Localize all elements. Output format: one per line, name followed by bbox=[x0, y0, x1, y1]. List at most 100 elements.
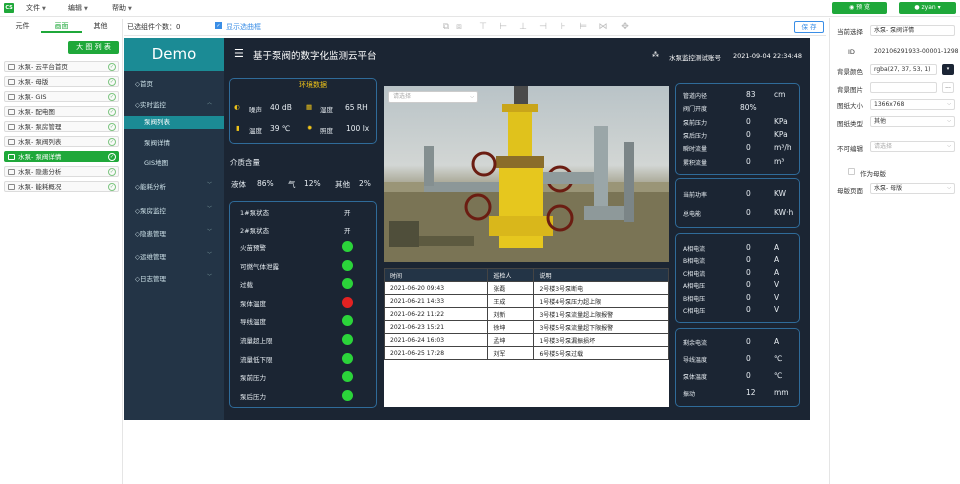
align-top-icon[interactable]: ⊤ bbox=[478, 22, 488, 32]
nav-item[interactable]: ◇泵房监控 ﹀ bbox=[135, 205, 212, 215]
size-select[interactable]: 1366x768 ⌵ bbox=[870, 99, 955, 110]
table-row[interactable]: 2021-06-25 17:28 刘军 6号楼5号泵过载 bbox=[383, 346, 669, 360]
metric-label: 当前功率 bbox=[683, 192, 708, 199]
metric-value: 0 bbox=[746, 267, 751, 277]
page-list-item[interactable]: 水泵- 泵阀列表 ✓ bbox=[4, 136, 119, 147]
align-left-icon[interactable]: ⊣ bbox=[538, 22, 548, 32]
left-panel bbox=[0, 19, 123, 484]
metric-value: 0 bbox=[746, 371, 751, 380]
grid-icon: ⁂ bbox=[652, 51, 659, 59]
metric-unit: KPa bbox=[774, 129, 788, 139]
datetime: 2021-09-04 22:34:48 bbox=[733, 52, 803, 60]
ungroup-icon[interactable]: ⧈ bbox=[454, 22, 464, 32]
alarm-label: 可燃气体泄露 bbox=[240, 262, 279, 271]
settings-sliders-icon: ☰ bbox=[234, 47, 244, 60]
save-button[interactable]: 保 存 bbox=[794, 21, 824, 33]
status-indicator bbox=[342, 334, 353, 345]
page-icon bbox=[8, 154, 15, 160]
metric-label: 泵体温度 bbox=[683, 374, 708, 381]
table-row[interactable]: 2021-06-23 15:21 徐坤 3号楼5号泵流量超下限报警 bbox=[383, 320, 669, 334]
check-circle-icon: ✓ bbox=[108, 108, 116, 116]
metric-unit: A bbox=[774, 255, 780, 265]
user-menu-button[interactable]: ● zyan ▾ bbox=[899, 2, 956, 14]
align-middle-icon[interactable]: ⊢ bbox=[498, 22, 508, 32]
tab-other[interactable]: 其他 bbox=[80, 21, 121, 33]
metric-unit: ℃ bbox=[774, 354, 783, 363]
page-list-item[interactable]: 水泵- 母版 ✓ bbox=[4, 76, 119, 87]
align-center-icon[interactable]: ⊦ bbox=[558, 22, 568, 32]
nav-item[interactable]: ◇实时监控 ︿ bbox=[135, 99, 212, 109]
page-list-item[interactable]: 水泵- 能耗概况 ✓ bbox=[4, 181, 119, 192]
tab-components[interactable]: 元件 bbox=[2, 21, 43, 33]
page-list-item[interactable]: 水泵- 配电图 ✓ bbox=[4, 106, 119, 117]
browse-image-button[interactable]: ... bbox=[942, 82, 954, 93]
size-label: 图纸大小 bbox=[837, 102, 863, 110]
chevron-down-icon: ﹀ bbox=[207, 182, 213, 188]
table-row[interactable]: 2021-06-22 11:22 刘新 3号楼1号泵流量超上限报警 bbox=[383, 307, 669, 321]
metric-value: 12 bbox=[746, 388, 756, 397]
nav-item[interactable]: ◇首页 bbox=[135, 78, 153, 88]
metric-unit: A bbox=[774, 337, 780, 346]
nav-subitem[interactable]: 泵阀详情 bbox=[124, 137, 224, 150]
nav-subitem[interactable]: GIS地图 bbox=[124, 157, 224, 170]
table-cell: 6号楼5号泵过载 bbox=[533, 346, 669, 360]
nav-item[interactable]: ◇能耗分析 ﹀ bbox=[135, 181, 212, 191]
nav-item-label: ◇实时监控 bbox=[135, 101, 166, 109]
check-circle-icon: ✓ bbox=[108, 93, 116, 101]
current-selection-field[interactable]: 水泵- 泵阀详情 bbox=[870, 25, 955, 36]
menu-file[interactable]: 文件 ▼ bbox=[26, 3, 46, 13]
bgimage-field[interactable] bbox=[870, 82, 937, 93]
type-select[interactable]: 其他 ⌵ bbox=[870, 116, 955, 127]
preview-button[interactable]: ◉ 预 览 bbox=[832, 2, 887, 14]
pump-wellhead-illustration bbox=[384, 86, 669, 262]
as-master-checkbox[interactable] bbox=[848, 168, 855, 175]
table-row[interactable]: 2021-06-20 09:43 张磊 2号楼3号泵断电 bbox=[383, 281, 669, 295]
nav-subitem[interactable]: 泵阀列表 bbox=[124, 116, 224, 129]
move-icon[interactable]: ✥ bbox=[620, 22, 630, 32]
metric-label: 剩余电流 bbox=[683, 340, 708, 347]
menu-help[interactable]: 帮助 ▼ bbox=[112, 3, 132, 13]
page-title: 基于泵阀的数字化监测云平台 bbox=[253, 51, 377, 62]
page-list-item[interactable]: 水泵- 云平台首页 ✓ bbox=[4, 61, 119, 72]
metric-label: 导线温度 bbox=[683, 357, 708, 364]
align-bottom-icon[interactable]: ⊥ bbox=[518, 22, 528, 32]
nav-item[interactable]: ◇运维管理 ﹀ bbox=[135, 251, 212, 261]
nav-item[interactable]: ◇日志管理 ﹀ bbox=[135, 273, 212, 283]
color-picker-swatch[interactable]: ▾ bbox=[942, 64, 954, 75]
table-row[interactable]: 2021-06-21 14:33 王成 1号楼4号泵压力超上限 bbox=[383, 294, 669, 308]
other-label: 其他 bbox=[335, 180, 350, 189]
app-logo: CS bbox=[4, 3, 14, 13]
nav-item-label: ◇日志管理 bbox=[135, 275, 166, 283]
show-frame-checkbox[interactable]: ✓ bbox=[215, 22, 222, 29]
alarm-label: 流量低下限 bbox=[240, 355, 273, 364]
big-list-button[interactable]: 大 图 列 表 bbox=[68, 41, 119, 54]
chevron-down-icon: ﹀ bbox=[207, 206, 213, 212]
metric-label: 泵后压力 bbox=[683, 132, 708, 140]
distribute-icon[interactable]: ⋈ bbox=[598, 22, 608, 32]
chevron-up-icon: ︿ bbox=[207, 100, 213, 106]
metric-value: 0 bbox=[746, 280, 751, 290]
page-list-item[interactable]: 水泵- 泵阀详情 ✓ bbox=[4, 151, 119, 162]
alarm-label: 泵体温度 bbox=[240, 299, 266, 308]
menu-edit[interactable]: 编辑 ▼ bbox=[68, 3, 88, 13]
page-list-item[interactable]: 水泵- GIS ✓ bbox=[4, 91, 119, 102]
noedit-select[interactable]: 请选择 ⌵ bbox=[870, 141, 955, 152]
nav-item[interactable]: ◇隐患管理 ﹀ bbox=[135, 228, 212, 238]
table-row[interactable]: 2021-06-24 16:03 孟坤 1号楼3号泵漏振损坏 bbox=[383, 333, 669, 347]
page-icon bbox=[8, 124, 15, 130]
alarm-label: 导线温度 bbox=[240, 318, 266, 327]
bgcolor-label: 背景颜色 bbox=[837, 68, 863, 76]
tab-pages[interactable]: 画面 bbox=[41, 21, 82, 33]
align-right-icon[interactable]: ⊨ bbox=[578, 22, 588, 32]
page-name: 水泵- 母版 bbox=[18, 78, 49, 86]
metric-unit: A bbox=[774, 243, 780, 252]
camera-select[interactable]: 请选择 ⌵ bbox=[388, 91, 478, 103]
page-list-item[interactable]: 水泵- 泵房管理 ✓ bbox=[4, 121, 119, 132]
group-icon[interactable]: ⧉ bbox=[441, 22, 451, 32]
temp-label: 温度 bbox=[249, 127, 262, 135]
page-icon bbox=[8, 64, 15, 70]
master-select[interactable]: 水泵- 母版 ⌵ bbox=[870, 183, 955, 194]
humidity-label: 湿度 bbox=[320, 106, 333, 114]
page-list-item[interactable]: 水泵- 隐患分析 ✓ bbox=[4, 166, 119, 177]
bgcolor-field[interactable]: rgba(27, 37, 53, 1) bbox=[870, 64, 937, 75]
